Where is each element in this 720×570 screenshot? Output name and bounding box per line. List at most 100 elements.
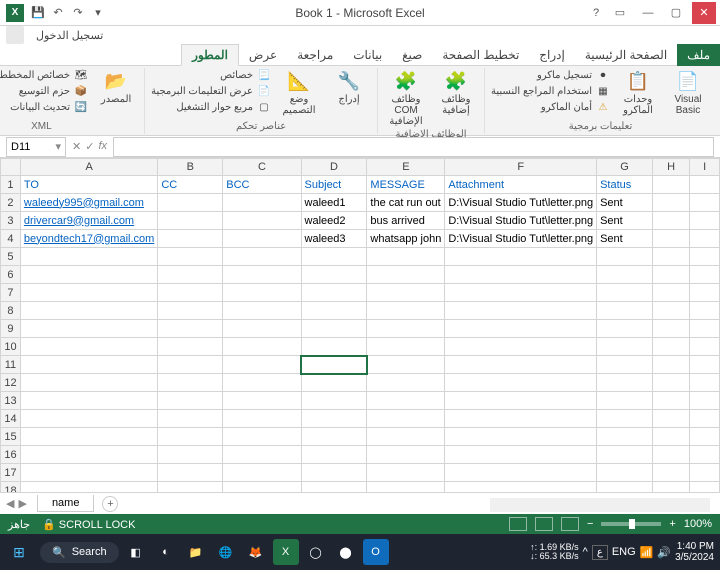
cell-F12[interactable] xyxy=(445,374,597,392)
cell-G10[interactable] xyxy=(597,338,653,356)
tab-home[interactable]: الصفحة الرئيسية xyxy=(575,44,677,66)
cell-A8[interactable] xyxy=(20,302,157,320)
tab-data[interactable]: بيانات xyxy=(343,44,392,66)
language-text[interactable]: ENG xyxy=(612,546,636,558)
add-sheet-button[interactable]: + xyxy=(102,496,118,512)
cell-D12[interactable] xyxy=(301,374,367,392)
col-header-H[interactable]: H xyxy=(652,159,689,176)
cell-H3[interactable] xyxy=(652,212,689,230)
cell-B6[interactable] xyxy=(158,266,223,284)
cell-A1[interactable]: TO xyxy=(20,176,157,194)
cell-C13[interactable] xyxy=(223,392,301,410)
cell-F17[interactable] xyxy=(445,464,597,482)
cell-F7[interactable] xyxy=(445,284,597,302)
cell-G14[interactable] xyxy=(597,410,653,428)
tab-view[interactable]: عرض xyxy=(239,44,287,66)
qat-undo-icon[interactable]: ↶ xyxy=(50,5,66,21)
cell-F15[interactable] xyxy=(445,428,597,446)
app-icon-1[interactable]: ◯ xyxy=(303,539,329,565)
cell-G9[interactable] xyxy=(597,320,653,338)
cell-C2[interactable] xyxy=(223,194,301,212)
cell-A4[interactable]: beyondtech17@gmail.com xyxy=(20,230,157,248)
cell-B7[interactable] xyxy=(158,284,223,302)
row-header-6[interactable]: 6 xyxy=(1,266,21,284)
cell-E17[interactable] xyxy=(367,464,445,482)
excel-taskbar-icon[interactable]: X xyxy=(273,539,299,565)
cell-F8[interactable] xyxy=(445,302,597,320)
sheet-nav-next-icon[interactable]: ▶ xyxy=(18,497,26,510)
cell-B8[interactable] xyxy=(158,302,223,320)
qat-redo-icon[interactable]: ↷ xyxy=(70,5,86,21)
cell-E1[interactable]: MESSAGE xyxy=(367,176,445,194)
zoom-out-button[interactable]: − xyxy=(587,518,593,530)
cell-B12[interactable] xyxy=(158,374,223,392)
cell-F5[interactable] xyxy=(445,248,597,266)
cell-I8[interactable] xyxy=(690,302,720,320)
cell-B17[interactable] xyxy=(158,464,223,482)
cell-I10[interactable] xyxy=(690,338,720,356)
macros-button[interactable]: 📋وحدات الماكرو xyxy=(616,68,660,118)
cell-A12[interactable] xyxy=(20,374,157,392)
cell-G3[interactable]: Sent xyxy=(597,212,653,230)
cell-F4[interactable]: D:\Visual Studio Tut\letter.png xyxy=(445,230,597,248)
cell-H13[interactable] xyxy=(652,392,689,410)
cell-H6[interactable] xyxy=(652,266,689,284)
clock[interactable]: 1:40 PM3/5/2024 xyxy=(675,541,714,563)
row-header-7[interactable]: 7 xyxy=(1,284,21,302)
taskbar-search[interactable]: 🔍Search xyxy=(40,542,119,563)
zoom-in-button[interactable]: + xyxy=(669,518,675,530)
start-button[interactable]: ⊞ xyxy=(6,539,32,565)
cell-I6[interactable] xyxy=(690,266,720,284)
cell-G12[interactable] xyxy=(597,374,653,392)
cell-E8[interactable] xyxy=(367,302,445,320)
cell-I7[interactable] xyxy=(690,284,720,302)
worksheet-grid[interactable]: ABCDEFGHI1TOCCBCCSubjectMESSAGEAttachmen… xyxy=(0,158,720,492)
fx-icon[interactable]: fx xyxy=(98,140,107,153)
cell-F11[interactable] xyxy=(445,356,597,374)
tab-insert[interactable]: إدراج xyxy=(529,44,575,66)
cell-B13[interactable] xyxy=(158,392,223,410)
cell-A9[interactable] xyxy=(20,320,157,338)
cell-G17[interactable] xyxy=(597,464,653,482)
close-icon[interactable]: ✕ xyxy=(692,2,716,24)
cell-H8[interactable] xyxy=(652,302,689,320)
cell-F18[interactable] xyxy=(445,482,597,493)
visual-basic-button[interactable]: 📄Visual Basic xyxy=(666,68,710,118)
cell-C12[interactable] xyxy=(223,374,301,392)
record-macro-button[interactable]: ⏺تسجيل ماكرو xyxy=(491,68,610,82)
minimize-icon[interactable]: — xyxy=(636,2,660,24)
enter-formula-icon[interactable]: ✓ xyxy=(85,140,94,153)
cell-C9[interactable] xyxy=(223,320,301,338)
cell-H11[interactable] xyxy=(652,356,689,374)
col-header-G[interactable]: G xyxy=(597,159,653,176)
cell-I5[interactable] xyxy=(690,248,720,266)
cell-D16[interactable] xyxy=(301,446,367,464)
row-header-11[interactable]: 11 xyxy=(1,356,21,374)
cell-E4[interactable]: whatsapp john xyxy=(367,230,445,248)
cell-B2[interactable] xyxy=(158,194,223,212)
cell-A7[interactable] xyxy=(20,284,157,302)
col-header-C[interactable]: C xyxy=(223,159,301,176)
cell-G7[interactable] xyxy=(597,284,653,302)
volume-icon[interactable]: 🔊 xyxy=(657,546,671,559)
cell-D13[interactable] xyxy=(301,392,367,410)
view-pagelayout-button[interactable] xyxy=(535,517,553,531)
cell-C1[interactable]: BCC xyxy=(223,176,301,194)
cell-E15[interactable] xyxy=(367,428,445,446)
qat-customize-icon[interactable]: ▾ xyxy=(90,5,106,21)
cell-D7[interactable] xyxy=(301,284,367,302)
col-header-B[interactable]: B xyxy=(158,159,223,176)
cell-I17[interactable] xyxy=(690,464,720,482)
row-header-1[interactable]: 1 xyxy=(1,176,21,194)
cell-A18[interactable] xyxy=(20,482,157,493)
cell-H16[interactable] xyxy=(652,446,689,464)
language-indicator[interactable]: ع xyxy=(592,545,608,560)
cell-C5[interactable] xyxy=(223,248,301,266)
cell-F6[interactable] xyxy=(445,266,597,284)
cell-C3[interactable] xyxy=(223,212,301,230)
select-all-corner[interactable] xyxy=(1,159,21,176)
horizontal-scrollbar[interactable] xyxy=(490,498,710,512)
cell-F3[interactable]: D:\Visual Studio Tut\letter.png xyxy=(445,212,597,230)
cell-A17[interactable] xyxy=(20,464,157,482)
cell-E5[interactable] xyxy=(367,248,445,266)
